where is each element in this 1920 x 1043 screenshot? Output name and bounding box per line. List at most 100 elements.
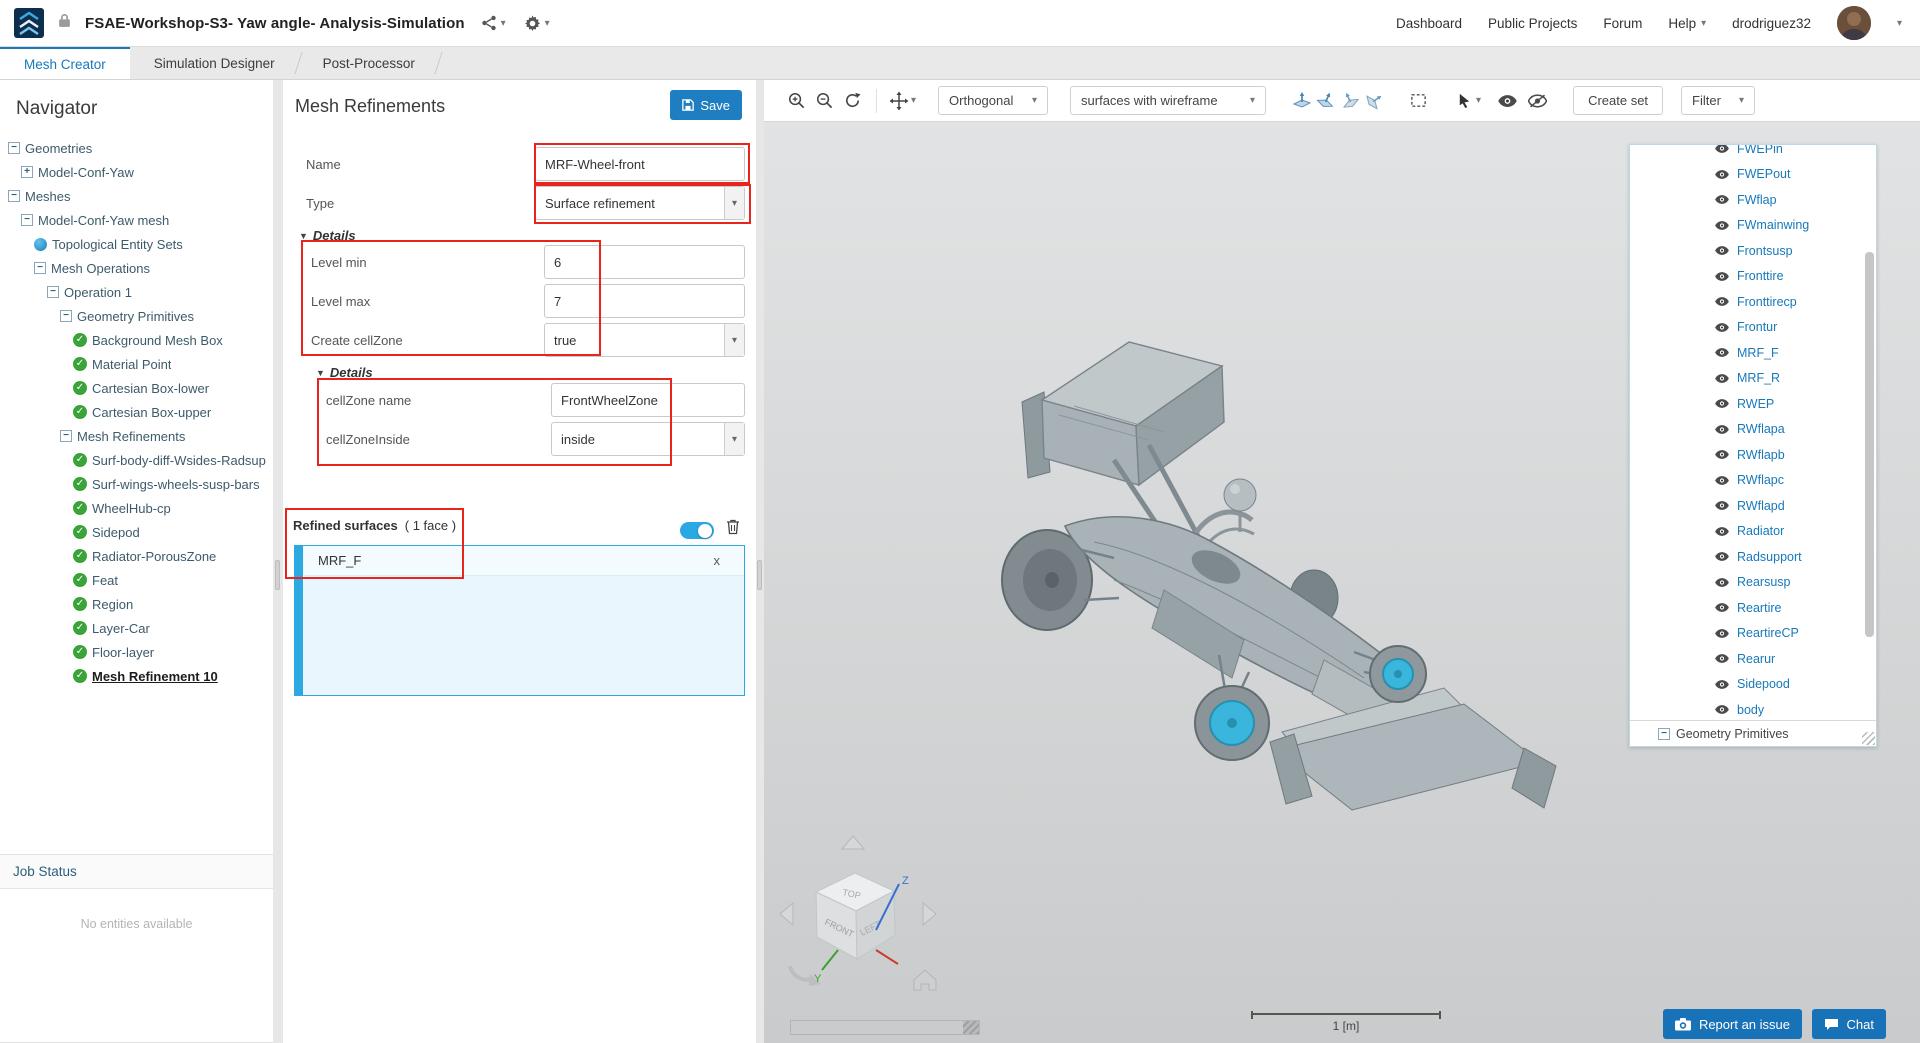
collapse-icon[interactable]: −: [60, 310, 72, 322]
cellzone-name-input[interactable]: [551, 383, 745, 417]
tab-post-processor[interactable]: Post-Processor: [299, 47, 439, 79]
face-item-rearur[interactable]: Rearur: [1630, 646, 1876, 672]
nav-link-forum[interactable]: Forum: [1603, 16, 1642, 31]
tree-item-geometries[interactable]: − Geometries: [0, 136, 273, 160]
type-select[interactable]: Surface refinement ▾: [535, 186, 745, 220]
details-header[interactable]: ▼ Details: [299, 228, 356, 243]
splitter-navigator[interactable]: [273, 80, 283, 1043]
name-input[interactable]: [535, 147, 745, 181]
tree-item-sidepod[interactable]: ✓ Sidepod: [0, 520, 273, 544]
tree-item-surf-wings-wheels-susp-bars[interactable]: ✓ Surf-wings-wheels-susp-bars: [0, 472, 273, 496]
face-item-rwep[interactable]: RWEP: [1630, 391, 1876, 417]
share-button[interactable]: ▾: [479, 11, 508, 35]
create-set-button[interactable]: Create set: [1573, 86, 1664, 115]
face-item-fwepin[interactable]: FWEPin: [1630, 145, 1876, 162]
collapse-icon[interactable]: −: [47, 286, 59, 298]
clip-plane-x-icon[interactable]: [1290, 89, 1314, 113]
viewport-slider[interactable]: [790, 1020, 980, 1035]
clip-plane-z-icon[interactable]: [1338, 89, 1362, 113]
cube-arrow-left[interactable]: [779, 901, 794, 927]
collapse-icon[interactable]: −: [60, 430, 72, 442]
face-item-sidepood[interactable]: Sidepood: [1630, 672, 1876, 698]
level-max-input[interactable]: [544, 284, 745, 318]
slider-handle[interactable]: [963, 1021, 979, 1034]
face-item-fronttirecp[interactable]: Fronttirecp: [1630, 289, 1876, 315]
tree-item-mesh-refinement-10[interactable]: ✓ Mesh Refinement 10: [0, 664, 273, 688]
collapse-icon[interactable]: −: [34, 262, 46, 274]
cube-arrow-right[interactable]: [922, 901, 937, 927]
faces-scrollbar-thumb[interactable]: [1865, 252, 1874, 637]
face-item-rwflapd[interactable]: RWflapd: [1630, 493, 1876, 519]
tree-item-topological-entity-sets[interactable]: Topological Entity Sets: [0, 232, 273, 256]
render-mode-dropdown[interactable]: surfaces with wireframe ▾: [1070, 86, 1267, 115]
tree-item-model-conf-yaw-mesh[interactable]: − Model-Conf-Yaw mesh: [0, 208, 273, 232]
face-item-fronttire[interactable]: Fronttire: [1630, 264, 1876, 290]
tree-item-cartesian-box-upper[interactable]: ✓ Cartesian Box-upper: [0, 400, 273, 424]
collapse-icon[interactable]: −: [8, 190, 20, 202]
chevron-down-icon[interactable]: ▾: [1476, 95, 1481, 106]
splitter-grip[interactable]: [757, 560, 762, 590]
hide-selection-button[interactable]: [1525, 89, 1549, 113]
app-logo[interactable]: [14, 8, 44, 38]
create-cellzone-select[interactable]: true ▾: [544, 323, 745, 357]
orientation-cube[interactable]: TOP FRONT LEFT Z Y: [776, 832, 976, 1007]
tree-item-material-point[interactable]: ✓ Material Point: [0, 352, 273, 376]
tree-item-model-conf-yaw[interactable]: + Model-Conf-Yaw: [0, 160, 273, 184]
tree-item-operation-1[interactable]: − Operation 1: [0, 280, 273, 304]
clip-plane-custom-icon[interactable]: [1362, 89, 1386, 113]
face-item-frontsusp[interactable]: Frontsusp: [1630, 238, 1876, 264]
tree-item-mesh-refinements[interactable]: − Mesh Refinements: [0, 424, 273, 448]
delete-selection-button[interactable]: [726, 519, 740, 540]
show-hidden-button[interactable]: [1495, 89, 1519, 113]
face-item-body[interactable]: body: [1630, 697, 1876, 720]
avatar[interactable]: [1836, 6, 1871, 40]
tree-item-wheelhub-cp[interactable]: ✓ WheelHub-cp: [0, 496, 273, 520]
chevron-down-icon[interactable]: ▾: [911, 95, 916, 106]
face-item-frontur[interactable]: Frontur: [1630, 315, 1876, 341]
chat-button[interactable]: Chat: [1811, 1009, 1886, 1039]
reset-view-button[interactable]: [840, 89, 864, 113]
panel-resize-handle[interactable]: [1862, 732, 1875, 745]
expand-icon[interactable]: +: [21, 166, 33, 178]
projection-dropdown[interactable]: Orthogonal ▾: [938, 86, 1049, 115]
faces-footer[interactable]: − Geometry Primitives: [1630, 720, 1876, 746]
zoom-in-button[interactable]: [784, 89, 808, 113]
face-item-fwflap[interactable]: FWflap: [1630, 187, 1876, 213]
tree-item-layer-car[interactable]: ✓ Layer-Car: [0, 616, 273, 640]
refined-surfaces-selection-box[interactable]: MRF_F x: [294, 545, 745, 696]
face-item-reartirecp[interactable]: ReartireCP: [1630, 621, 1876, 647]
nav-link-help[interactable]: Help ▾: [1668, 16, 1706, 31]
tree-item-surf-body-diff-wsides-radsup[interactable]: ✓ Surf-body-diff-Wsides-Radsup: [0, 448, 273, 472]
splitter-properties[interactable]: [756, 80, 764, 1043]
face-item-reartire[interactable]: Reartire: [1630, 595, 1876, 621]
tree-item-radiator-porouszone[interactable]: ✓ Radiator-PorousZone: [0, 544, 273, 568]
select-tool-button[interactable]: [1452, 89, 1476, 113]
face-item-fwmainwing[interactable]: FWmainwing: [1630, 213, 1876, 239]
face-item-mrf-f[interactable]: MRF_F: [1630, 340, 1876, 366]
report-issue-button[interactable]: Report an issue: [1662, 1009, 1802, 1039]
collapse-icon[interactable]: −: [8, 142, 20, 154]
tree-item-background-mesh-box[interactable]: ✓ Background Mesh Box: [0, 328, 273, 352]
viewport-3d[interactable]: ▾ Orthogonal ▾ surfaces with wireframe ▾: [764, 80, 1920, 1043]
face-item-rwflapb[interactable]: RWflapb: [1630, 442, 1876, 468]
tree-item-cartesian-box-lower[interactable]: ✓ Cartesian Box-lower: [0, 376, 273, 400]
splitter-grip[interactable]: [275, 560, 280, 590]
face-chip[interactable]: MRF_F x: [304, 546, 744, 576]
save-button[interactable]: Save: [670, 90, 742, 120]
zoom-out-button[interactable]: [812, 89, 836, 113]
face-item-mrf-r[interactable]: MRF_R: [1630, 366, 1876, 392]
tree-item-region[interactable]: ✓ Region: [0, 592, 273, 616]
clip-plane-y-icon[interactable]: [1314, 89, 1338, 113]
nav-link-public-projects[interactable]: Public Projects: [1488, 16, 1577, 31]
face-item-radsupport[interactable]: Radsupport: [1630, 544, 1876, 570]
tree-item-feat[interactable]: ✓ Feat: [0, 568, 273, 592]
cube-arrow-up[interactable]: [840, 835, 866, 850]
remove-face-icon[interactable]: x: [714, 553, 721, 568]
chevron-down-icon[interactable]: ▾: [1897, 18, 1902, 29]
cellzone-inside-select[interactable]: inside ▾: [551, 422, 745, 456]
box-select-button[interactable]: [1406, 89, 1430, 113]
face-item-radiator[interactable]: Radiator: [1630, 519, 1876, 545]
pan-tool-button[interactable]: [887, 89, 911, 113]
face-item-rwflapa[interactable]: RWflapa: [1630, 417, 1876, 443]
home-view-icon[interactable]: [913, 969, 937, 991]
